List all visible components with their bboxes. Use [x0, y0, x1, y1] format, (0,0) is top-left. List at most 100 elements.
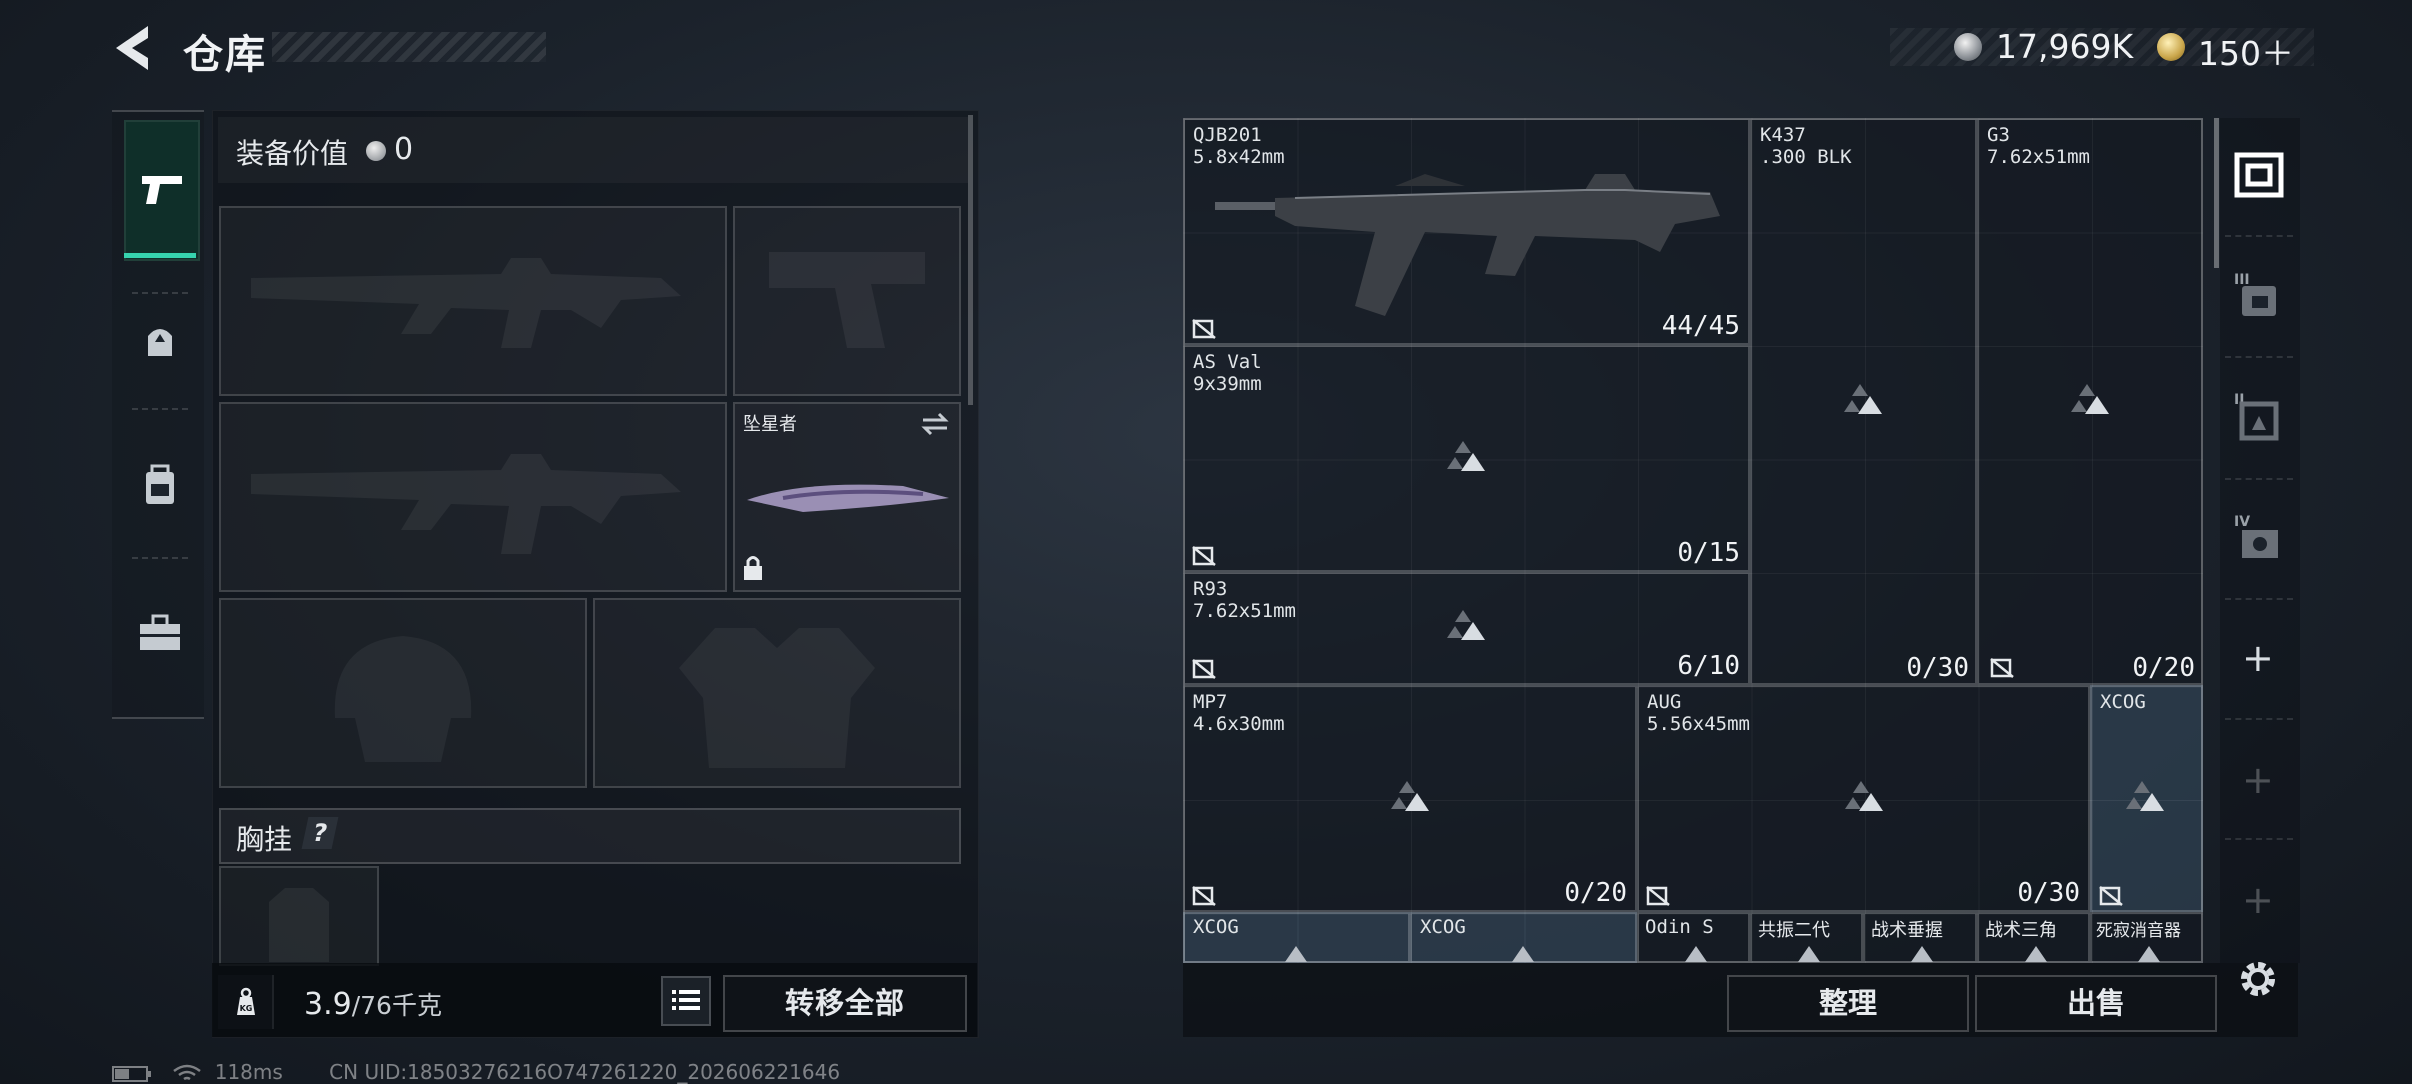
item-ammo: 5.56x45mm [1647, 713, 1750, 735]
pistol-silhouette-icon [769, 252, 925, 348]
item-count: 0/20 [1564, 878, 1627, 908]
stash-scrollbar[interactable] [2214, 118, 2219, 268]
stash-item-r93[interactable]: R93 7.62x51mm 6/10 [1183, 572, 1750, 685]
add-stash-tab-button[interactable]: + [2242, 878, 2274, 922]
chest-rig-silhouette-icon [269, 888, 329, 962]
gear-icon [2241, 962, 2275, 996]
item-name: Odin S [1645, 916, 1714, 938]
back-button[interactable] [108, 22, 156, 74]
stash-item-g3[interactable]: G3 7.62x51mm [1977, 118, 2203, 685]
item-ammo: 7.62x51mm [1193, 600, 1296, 622]
organize-button[interactable]: 整理 [1727, 975, 1969, 1032]
primary-weapon-slot-1[interactable] [219, 206, 727, 396]
back-arrow-icon [116, 26, 148, 70]
pistol-icon [142, 176, 182, 204]
battery-icon [112, 1065, 151, 1082]
placeholder-triangle-icon [1911, 946, 1933, 962]
stash-tab-ii-box[interactable]: II [2232, 390, 2286, 444]
silver-coin-icon [366, 141, 386, 161]
placeholder-triangle-icon [1391, 781, 1429, 811]
stash-item-resonance-gen2[interactable]: 共振二代 [1750, 912, 1863, 963]
sidearm-slot[interactable] [733, 206, 961, 396]
list-icon [672, 990, 700, 1010]
stash-item-k437[interactable]: K437 .300 BLK [1750, 118, 1977, 685]
list-view-button[interactable] [661, 976, 711, 1026]
nav-tab-weapons[interactable] [124, 120, 200, 261]
item-name: 战术垂握 [1871, 920, 1943, 941]
placeholder-triangle-icon [2126, 781, 2164, 811]
k437-count-area: 0/30 [1750, 645, 1977, 685]
transfer-all-button[interactable]: 转移全部 [723, 975, 967, 1032]
item-ammo: 9x39mm [1193, 373, 1262, 395]
item-ammo: 4.6x30mm [1193, 713, 1285, 735]
backpack-icon [146, 464, 174, 504]
nav-separator [2225, 718, 2293, 720]
placeholder-triangle-icon [1447, 610, 1485, 640]
placeholder-triangle-icon [1845, 781, 1883, 811]
stash-item-mp7[interactable]: MP7 4.6x30mm 0/20 [1183, 685, 1637, 912]
melee-blade-icon [747, 484, 949, 512]
stash-tab-main[interactable] [2232, 148, 2286, 202]
item-name: QJB201 [1193, 124, 1262, 146]
nav-tab-armor[interactable] [138, 318, 182, 362]
stash-item-xcog[interactable]: XCOG [2090, 685, 2203, 912]
nav-tab-toolbox[interactable] [136, 612, 184, 654]
gold-currency-amount[interactable]: 150＋ [2198, 27, 2294, 75]
stash-item-tactical-triangle[interactable]: 战术三角 [1977, 912, 2090, 963]
nav-separator [2225, 598, 2293, 600]
nav-separator [132, 408, 188, 410]
swap-icon[interactable] [919, 410, 951, 438]
item-count: 0/15 [1677, 538, 1740, 568]
stash-item-xcog[interactable]: XCOG [1410, 912, 1637, 963]
nav-separator [2225, 838, 2293, 840]
add-stash-tab-button[interactable]: + [2242, 758, 2274, 802]
placeholder-triangle-icon [2025, 946, 2047, 962]
stash-item-aug[interactable]: AUG 5.56x45mm 0/30 [1637, 685, 2090, 912]
rifle-silhouette-icon [251, 454, 681, 554]
stash-item-qjb201[interactable]: QJB201 5.8x42mm 44/45 [1183, 118, 1750, 345]
item-name: 战术三角 [1985, 920, 2057, 941]
helmet-slot[interactable] [219, 598, 587, 788]
helmet-silhouette-icon [334, 636, 472, 762]
loadout-scrollbar[interactable] [968, 115, 973, 405]
max-weight: /76千克 [351, 991, 442, 1020]
item-name: XCOG [2100, 691, 2146, 713]
current-weight: 3.9 [304, 987, 352, 1022]
melee-slot[interactable]: 坠星者 [733, 402, 961, 592]
lock-icon [744, 556, 762, 580]
page-title: 仓库 [183, 32, 267, 78]
armor-silhouette-icon [679, 628, 875, 768]
sell-button[interactable]: 出售 [1975, 975, 2217, 1032]
no-ammo-icon [2099, 886, 2123, 906]
settings-button[interactable] [2234, 955, 2282, 1003]
stash-tab-iii-backpack[interactable]: III [2232, 270, 2286, 320]
body-armor-slot[interactable] [593, 598, 961, 788]
chest-rig-slot[interactable] [219, 866, 379, 966]
primary-weapon-slot-2[interactable] [219, 402, 727, 592]
nav-tab-backpack[interactable] [138, 462, 182, 508]
case-tier-icon: IV [2234, 514, 2278, 558]
toolbox-icon [140, 614, 180, 650]
svg-text:KG: KG [240, 1004, 253, 1013]
stash-item-vertical-grip[interactable]: 战术垂握 [1863, 912, 1977, 963]
stash-item-odin-s[interactable]: Odin S [1637, 912, 1750, 963]
no-ammo-icon [1646, 886, 1670, 906]
item-count: 6/10 [1677, 651, 1740, 681]
stash-tab-iv-case[interactable]: IV [2232, 512, 2286, 566]
placeholder-triangle-icon [1447, 441, 1485, 471]
silver-currency-amount: 17,969K [1996, 27, 2134, 66]
nav-separator [2225, 478, 2293, 480]
safe-icon [2234, 152, 2284, 198]
stash-item-as-val[interactable]: AS Val 9x39mm 0/15 [1183, 345, 1750, 572]
svg-text:III: III [2234, 272, 2250, 288]
placeholder-triangle-icon [2071, 384, 2109, 414]
add-stash-tab-button[interactable]: + [2242, 636, 2274, 680]
item-ammo: 7.62x51mm [1987, 146, 2090, 168]
chest-rig-title: 胸挂 [236, 823, 293, 856]
stash-item-xcog[interactable]: XCOG [1183, 912, 1410, 963]
nav-separator [2225, 356, 2293, 358]
backpack-tier-icon: III [2234, 272, 2276, 316]
stash-item-suppressor[interactable]: 死寂消音器 [2090, 912, 2203, 963]
nav-active-indicator [124, 253, 196, 258]
item-name: 死寂消音器 [2096, 921, 2181, 941]
